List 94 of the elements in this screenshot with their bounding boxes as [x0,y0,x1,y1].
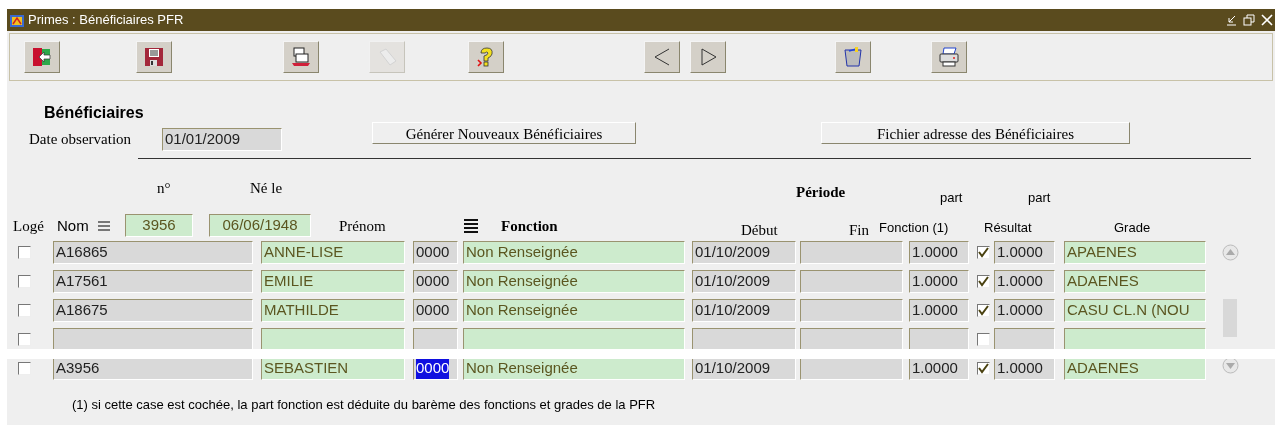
birthdate-field[interactable]: 06/06/1948 [209,214,311,237]
checkbox[interactable] [18,246,31,259]
checkbox[interactable] [18,304,31,317]
toolbar-button[interactable] [644,41,680,73]
wastebasket-icon [842,46,864,68]
toolbar-button[interactable] [835,41,871,73]
grade-field[interactable] [1064,328,1206,351]
function-field[interactable]: Non Renseignée [463,357,685,380]
column-header: Fin [849,220,870,240]
generate-button[interactable]: Générer Nouveaux Bénéficiaires [372,122,636,144]
date-field[interactable]: 01/01/2009 [162,127,282,151]
column-header: Fonction [501,216,559,236]
exit-door-icon [31,46,53,68]
toolbar-button[interactable] [931,41,967,73]
start-date-field[interactable]: 01/10/2009 [692,270,796,293]
code-field[interactable]: 0000 [413,241,458,264]
code-field[interactable]: 0000 [413,357,458,380]
column-header: Période [796,183,846,202]
list-icon[interactable] [461,216,481,236]
start-date-field[interactable]: 01/10/2009 [692,357,796,380]
first-name-field[interactable]: ANNE-LISE [261,241,405,264]
printer-icon [938,46,960,68]
end-date-field[interactable] [800,328,903,351]
section-title: Bénéficiaires [44,104,144,121]
checkbox[interactable] [977,246,990,259]
column-header: Début [741,220,779,240]
checkbox[interactable] [18,362,31,375]
column-header: Résultat [984,218,1033,237]
document-stack-icon [290,46,312,68]
toolbar-button[interactable] [468,41,504,73]
part-result-field[interactable]: 1.0000 [994,357,1055,380]
address-file-button[interactable]: Fichier adresse des Bénéficiaires [821,122,1130,144]
part-function-field[interactable]: 1.0000 [909,270,969,293]
checkbox[interactable] [977,304,990,317]
part-result-field[interactable]: 1.0000 [994,241,1055,264]
part-function-field[interactable] [909,328,969,351]
part-function-field[interactable]: 1.0000 [909,241,969,264]
grade-field[interactable]: CASU CL.N (NOU [1064,299,1206,322]
checkbox[interactable] [977,333,990,346]
first-name-field[interactable] [261,328,405,351]
field-label: Date observation [29,129,133,149]
start-date-field[interactable]: 01/10/2009 [692,241,796,264]
checkbox[interactable] [977,362,990,375]
toolbar-button[interactable] [24,41,60,73]
grade-field[interactable]: APAENES [1064,241,1206,264]
end-date-field[interactable] [800,357,903,380]
part-result-field[interactable]: 1.0000 [994,299,1055,322]
checkbox[interactable] [977,275,990,288]
part-result-field[interactable] [994,328,1055,351]
window-title: Primes : Bénéficiaires PFR [28,11,184,30]
minimize-icon[interactable] [1225,14,1237,26]
column-header: Fonction (1) [879,218,950,237]
column-header: Grade [1114,218,1151,237]
name-field[interactable]: A18675 [53,299,253,322]
column-header: Nom [57,215,90,236]
name-field[interactable]: A16865 [53,241,253,264]
first-name-field[interactable]: MATHILDE [261,299,405,322]
name-field[interactable] [53,328,253,351]
code-field[interactable]: 0000 [413,299,458,322]
column-header: Né le [250,179,283,198]
footnote: (1) si cette case est cochée, la part fonction est déduite du barème des fonctions et grades de la PFR [72,397,656,412]
function-field[interactable] [463,328,685,351]
toolbar-button[interactable] [283,41,319,73]
part-function-field[interactable]: 1.0000 [909,299,969,322]
start-date-field[interactable] [692,328,796,351]
name-field[interactable]: A17561 [53,270,253,293]
part-result-field[interactable]: 1.0000 [994,270,1055,293]
column-header: Prénom [339,216,387,236]
function-field[interactable]: Non Renseignée [463,299,685,322]
end-date-field[interactable] [800,270,903,293]
function-field[interactable]: Non Renseignée [463,270,685,293]
checkbox[interactable] [18,275,31,288]
end-date-field[interactable] [800,241,903,264]
column-header: part [1028,189,1051,207]
part-function-field[interactable]: 1.0000 [909,357,969,380]
first-name-field[interactable]: SEBASTIEN [261,357,405,380]
first-name-field[interactable]: EMILIE [261,270,405,293]
checkbox[interactable] [18,333,31,346]
function-field[interactable]: Non Renseignée [463,241,685,264]
restore-icon[interactable] [1243,14,1255,26]
name-field[interactable]: A3956 [53,357,253,380]
end-date-field[interactable] [800,299,903,322]
column-header: n° [157,179,171,198]
toolbar-button[interactable] [136,41,172,73]
column-header: part [940,189,963,207]
toolbar-button[interactable] [690,41,726,73]
number-field[interactable]: 3956 [125,214,193,237]
code-field[interactable]: 0000 [413,270,458,293]
grade-field[interactable]: ADAENES [1064,357,1206,380]
code-field[interactable] [413,328,458,351]
column-header: Logé [13,216,45,236]
start-date-field[interactable]: 01/10/2009 [692,299,796,322]
grade-field[interactable]: ADAENES [1064,270,1206,293]
close-icon[interactable] [1261,14,1273,26]
